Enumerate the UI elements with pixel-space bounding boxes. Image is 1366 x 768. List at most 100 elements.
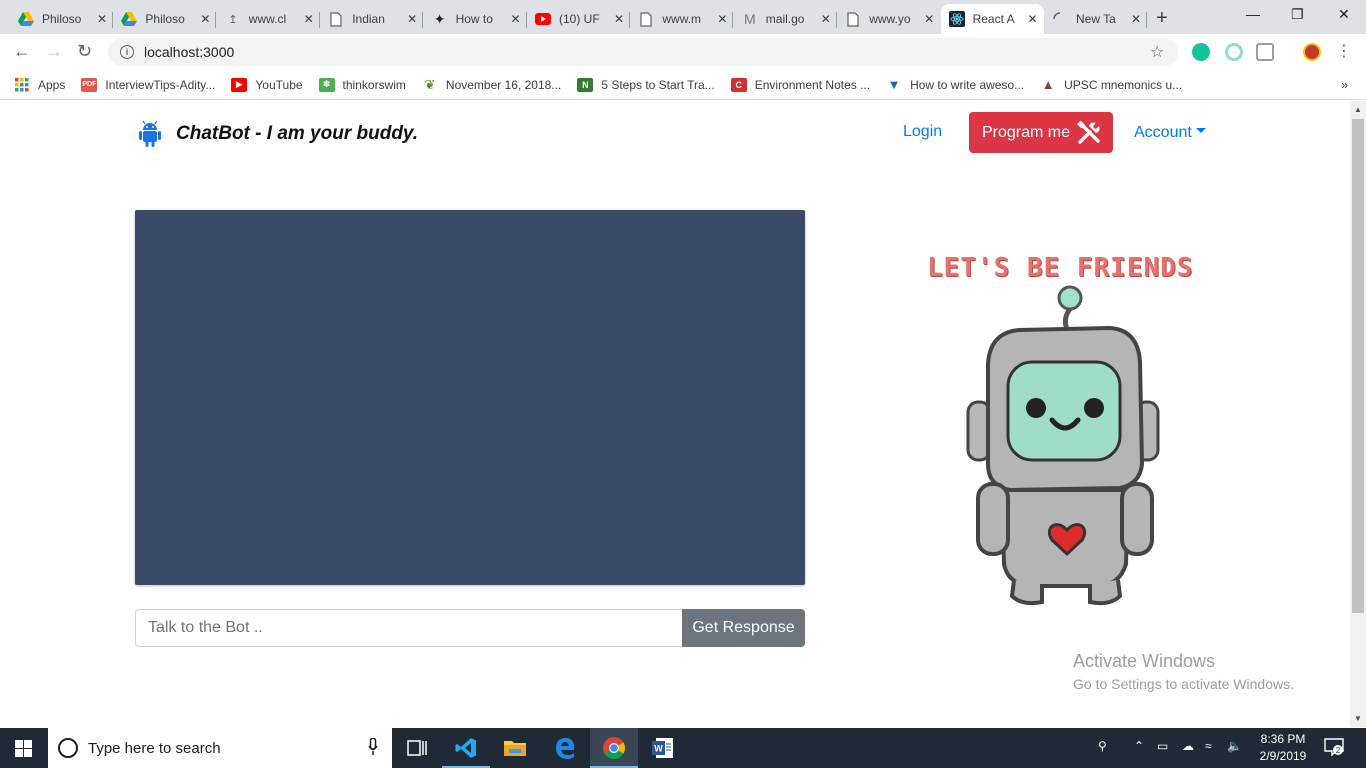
get-response-button[interactable]: Get Response (682, 609, 805, 647)
tab-title: www.cl (248, 12, 287, 26)
volume-icon[interactable]: 🔈 (1227, 739, 1242, 753)
info-icon[interactable]: i (120, 45, 134, 59)
bookmark-item[interactable]: ▼ How to write aweso... (886, 77, 1024, 92)
grammarly-icon[interactable] (1192, 43, 1210, 61)
browser-tab[interactable]: React A ✕ (940, 4, 1044, 34)
bookmark-item[interactable]: N 5 Steps to Start Tra... (577, 77, 715, 92)
tab-title: www.yo (869, 12, 911, 26)
close-tab-icon[interactable]: ✕ (97, 12, 107, 26)
address-bar[interactable]: i localhost:3000 (108, 38, 1178, 66)
drive-icon (18, 11, 34, 27)
browser-tab[interactable]: ↥ www.cl ✕ (217, 4, 320, 34)
new-tab-button[interactable]: + (1156, 7, 1168, 30)
youtube-icon (535, 11, 551, 27)
android-icon (139, 120, 161, 147)
bookmark-item[interactable]: ✽ thinkorswim (318, 77, 406, 92)
browser-tab[interactable]: www.m ✕ (630, 4, 734, 34)
close-tab-icon[interactable]: ✕ (1131, 12, 1141, 26)
reload-icon[interactable]: ↻ (77, 41, 92, 62)
restore-button[interactable]: ❐ (1291, 6, 1304, 23)
tab-title: Indian (352, 12, 385, 26)
browser-tab[interactable]: (10) UF ✕ (527, 4, 630, 34)
doc-icon (328, 11, 344, 27)
program-me-button[interactable]: Program me (969, 112, 1113, 153)
extension-icon[interactable] (1225, 43, 1243, 61)
close-tab-icon[interactable]: ✕ (200, 12, 210, 26)
people-icon[interactable]: ⚲ (1098, 739, 1107, 753)
chat-input[interactable] (135, 609, 683, 647)
word-icon[interactable]: W (651, 736, 675, 760)
bookmark-label: InterviewTips-Adity... (105, 77, 216, 92)
thinkorswim-icon: ✽ (318, 77, 335, 92)
bookmark-icon: ▼ (887, 77, 901, 92)
system-clock[interactable]: 8:36 PM 2/9/2019 (1254, 731, 1312, 765)
tab-title: Philoso (145, 12, 185, 26)
scroll-up-icon[interactable]: ▲ (1354, 105, 1362, 114)
browser-tab[interactable]: Mmail.go ✕ (734, 4, 837, 34)
notification-count: 2 (1336, 746, 1341, 755)
windows-start-icon[interactable] (15, 740, 32, 757)
close-tab-icon[interactable]: ✕ (304, 12, 314, 26)
bookmark-item[interactable]: ▲ UPSC mnemonics u... (1040, 77, 1182, 92)
action-center-icon[interactable]: 2 (1324, 738, 1344, 756)
bookmark-list: Apps PDF InterviewTips-Adity... ▶ YouTube ✽ th… (14, 77, 1198, 92)
scroll-down-icon[interactable]: ▼ (1354, 714, 1362, 723)
star-icon: ✦ (433, 10, 446, 27)
forward-arrow-icon[interactable]: → (45, 41, 63, 62)
web-page: ChatBot - I am your buddy. Login Program… (0, 101, 1350, 727)
puzzle-extension-icon[interactable] (1256, 43, 1274, 61)
show-hidden-icons[interactable]: ⌃ (1134, 739, 1144, 753)
bookmark-star-icon[interactable]: ☆ (1150, 42, 1164, 62)
bookmark-item[interactable]: ▶ YouTube (231, 77, 303, 92)
close-tab-icon[interactable]: ✕ (511, 12, 521, 26)
chrome-taskbar-item[interactable] (590, 728, 638, 768)
browser-tab[interactable]: www.yo ✕ (837, 4, 940, 34)
task-view-icon[interactable] (405, 736, 429, 760)
minimize-button[interactable]: — (1246, 6, 1260, 22)
svg-text:W: W (654, 744, 663, 754)
tab-separator (1146, 12, 1147, 28)
edge-icon[interactable] (553, 736, 577, 760)
close-tab-icon[interactable]: ✕ (717, 12, 727, 26)
close-tab-icon[interactable]: ✕ (1028, 12, 1038, 26)
browser-tab[interactable]: New Ta ✕ (1044, 4, 1147, 34)
windows-taskbar: Type here to search W ⚲ ⌃ ▭ ☁ ≈ 🔈 8:36 P… (0, 728, 1366, 768)
vscode-taskbar-item[interactable] (442, 728, 490, 768)
close-tab-icon[interactable]: ✕ (407, 12, 417, 26)
bookmark-item[interactable]: ❦ November 16, 2018... (422, 77, 561, 92)
browser-tab[interactable]: ✦ How to ✕ (424, 4, 527, 34)
microphone-icon[interactable] (368, 738, 378, 756)
battery-icon[interactable]: ▭ (1157, 739, 1168, 753)
browser-tab[interactable]: Philoso ✕ (113, 4, 217, 34)
taskbar-search[interactable]: Type here to search (48, 728, 392, 768)
navbar-brand[interactable]: ChatBot - I am your buddy. (138, 120, 418, 148)
account-dropdown[interactable]: Account (1134, 124, 1206, 142)
clock-date: 2/9/2019 (1259, 749, 1307, 763)
tab-title: mail.go (765, 12, 805, 26)
bookmark-item[interactable]: PDF InterviewTips-Adity... (81, 77, 216, 92)
doc-icon (845, 11, 861, 27)
brand-title: ChatBot - I am your buddy. (176, 123, 419, 144)
close-window-button[interactable]: ✕ (1338, 6, 1350, 23)
close-tab-icon[interactable]: ✕ (821, 12, 831, 26)
tools-icon (1077, 120, 1100, 144)
back-arrow-icon[interactable]: ← (13, 41, 31, 62)
browser-tab[interactable]: Indian ✕ (320, 4, 424, 34)
network-icon[interactable]: ☁ (1182, 739, 1194, 753)
bookmark-item[interactable]: Apps (14, 77, 65, 92)
file-explorer-icon[interactable] (503, 736, 527, 760)
browser-tab[interactable]: Philoso ✕ (10, 4, 113, 34)
scroll-thumb[interactable] (1352, 119, 1364, 613)
wifi-icon[interactable]: ≈ (1205, 739, 1212, 753)
url-text: localhost:3000 (144, 44, 235, 60)
close-tab-icon[interactable]: ✕ (924, 12, 934, 26)
page-scrollbar[interactable]: ▲ ▼ (1350, 101, 1366, 727)
menu-icon[interactable]: ⋮ (1336, 41, 1352, 61)
close-tab-icon[interactable]: ✕ (614, 12, 624, 26)
n-icon: N (577, 77, 594, 92)
bookmark-item[interactable]: C Environment Notes ... (730, 77, 870, 92)
tab-title: Philoso (42, 12, 82, 26)
login-link[interactable]: Login (903, 123, 942, 141)
profile-avatar[interactable] (1303, 43, 1321, 61)
bookmarks-more-icon[interactable]: » (1341, 78, 1348, 92)
